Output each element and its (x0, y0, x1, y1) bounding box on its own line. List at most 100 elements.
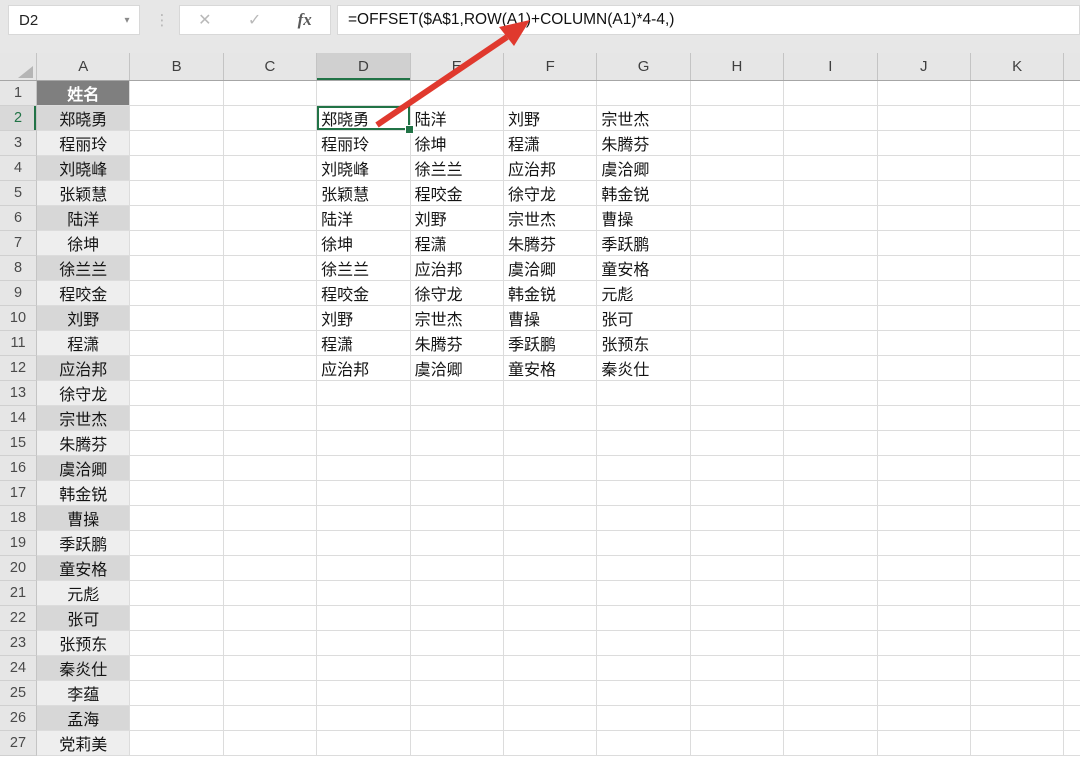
cell-B15[interactable] (130, 431, 223, 456)
cell-A10[interactable]: 刘野 (37, 306, 130, 331)
cell-I7[interactable] (784, 231, 877, 256)
row-header-17[interactable]: 17 (0, 481, 37, 506)
row-header-3[interactable]: 3 (0, 131, 37, 156)
cell-I4[interactable] (784, 156, 877, 181)
cell-G23[interactable] (597, 631, 690, 656)
cell-G5[interactable]: 韩金锐 (597, 181, 690, 206)
cell-A14[interactable]: 宗世杰 (37, 406, 130, 431)
cell-J25[interactable] (878, 681, 971, 706)
row-header-22[interactable]: 22 (0, 606, 37, 631)
cell-F26[interactable] (504, 706, 597, 731)
cell-I5[interactable] (784, 181, 877, 206)
cell-E8[interactable]: 应治邦 (411, 256, 504, 281)
cell-J21[interactable] (878, 581, 971, 606)
cell-G11[interactable]: 张预东 (597, 331, 690, 356)
cell-E11[interactable]: 朱腾芬 (411, 331, 504, 356)
cell-G20[interactable] (597, 556, 690, 581)
cell-E15[interactable] (411, 431, 504, 456)
cell-G10[interactable]: 张可 (597, 306, 690, 331)
cell-E14[interactable] (411, 406, 504, 431)
cell-D15[interactable] (317, 431, 410, 456)
cell-B1[interactable] (130, 81, 223, 106)
cell-A4[interactable]: 刘晓峰 (37, 156, 130, 181)
cell-G25[interactable] (597, 681, 690, 706)
cell-A16[interactable]: 虞洽卿 (37, 456, 130, 481)
row-header-12[interactable]: 12 (0, 356, 37, 381)
cell-D6[interactable]: 陆洋 (317, 206, 410, 231)
row-header-24[interactable]: 24 (0, 656, 37, 681)
cell-E12[interactable]: 虞洽卿 (411, 356, 504, 381)
cell-A27[interactable]: 党莉美 (37, 731, 130, 756)
cell-F15[interactable] (504, 431, 597, 456)
cell-J4[interactable] (878, 156, 971, 181)
cell-K25[interactable] (971, 681, 1064, 706)
cell-E22[interactable] (411, 606, 504, 631)
cell-C8[interactable] (224, 256, 317, 281)
cell-H18[interactable] (691, 506, 784, 531)
row-header-2[interactable]: 2 (0, 106, 37, 131)
row-header-6[interactable]: 6 (0, 206, 37, 231)
cell-J9[interactable] (878, 281, 971, 306)
cell-J19[interactable] (878, 531, 971, 556)
cell-D8[interactable]: 徐兰兰 (317, 256, 410, 281)
cell-H14[interactable] (691, 406, 784, 431)
cell-A15[interactable]: 朱腾芬 (37, 431, 130, 456)
cell-G2[interactable]: 宗世杰 (597, 106, 690, 131)
cell-E25[interactable] (411, 681, 504, 706)
cell-K14[interactable] (971, 406, 1064, 431)
cell-K27[interactable] (971, 731, 1064, 756)
select-all-corner[interactable] (0, 53, 37, 80)
cell-F10[interactable]: 曹操 (504, 306, 597, 331)
cell-D26[interactable] (317, 706, 410, 731)
cell-E13[interactable] (411, 381, 504, 406)
cancel-icon[interactable]: ✕ (198, 10, 211, 30)
cell-K3[interactable] (971, 131, 1064, 156)
row-header-19[interactable]: 19 (0, 531, 37, 556)
cell-D23[interactable] (317, 631, 410, 656)
cell-C18[interactable] (224, 506, 317, 531)
cell-H8[interactable] (691, 256, 784, 281)
cell-F21[interactable] (504, 581, 597, 606)
cell-J16[interactable] (878, 456, 971, 481)
cell-A1[interactable]: 姓名 (37, 81, 130, 106)
cell-G22[interactable] (597, 606, 690, 631)
cell-G9[interactable]: 元彪 (597, 281, 690, 306)
cell-E6[interactable]: 刘野 (411, 206, 504, 231)
cell-F12[interactable]: 童安格 (504, 356, 597, 381)
cell-E24[interactable] (411, 656, 504, 681)
cell-G14[interactable] (597, 406, 690, 431)
row-header-23[interactable]: 23 (0, 631, 37, 656)
cell-B7[interactable] (130, 231, 223, 256)
cell-G19[interactable] (597, 531, 690, 556)
cell-D9[interactable]: 程咬金 (317, 281, 410, 306)
cell-B9[interactable] (130, 281, 223, 306)
cell-A17[interactable]: 韩金锐 (37, 481, 130, 506)
cell-A8[interactable]: 徐兰兰 (37, 256, 130, 281)
column-header-C[interactable]: C (224, 53, 317, 80)
cell-C14[interactable] (224, 406, 317, 431)
row-header-15[interactable]: 15 (0, 431, 37, 456)
cell-H24[interactable] (691, 656, 784, 681)
cell-F23[interactable] (504, 631, 597, 656)
cell-D20[interactable] (317, 556, 410, 581)
cell-G26[interactable] (597, 706, 690, 731)
cell-J23[interactable] (878, 631, 971, 656)
cell-D18[interactable] (317, 506, 410, 531)
cell-K13[interactable] (971, 381, 1064, 406)
cell-C4[interactable] (224, 156, 317, 181)
cell-G16[interactable] (597, 456, 690, 481)
cell-J1[interactable] (878, 81, 971, 106)
cell-K23[interactable] (971, 631, 1064, 656)
cell-D1[interactable] (317, 81, 410, 106)
cell-B25[interactable] (130, 681, 223, 706)
row-header-11[interactable]: 11 (0, 331, 37, 356)
cell-E17[interactable] (411, 481, 504, 506)
cell-B12[interactable] (130, 356, 223, 381)
cell-H20[interactable] (691, 556, 784, 581)
cell-A21[interactable]: 元彪 (37, 581, 130, 606)
cell-C24[interactable] (224, 656, 317, 681)
column-header-D[interactable]: D (317, 53, 410, 80)
cell-D24[interactable] (317, 656, 410, 681)
cell-K22[interactable] (971, 606, 1064, 631)
column-header-F[interactable]: F (504, 53, 597, 80)
